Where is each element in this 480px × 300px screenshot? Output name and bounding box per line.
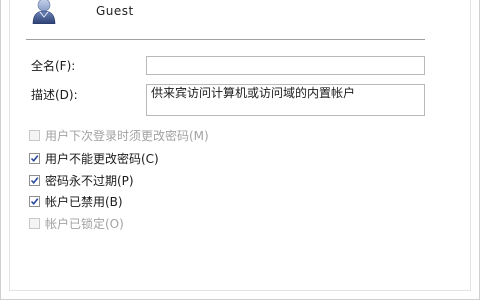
must-change-password-checkbox[interactable] [29, 130, 40, 141]
checkmark-icon [30, 155, 39, 163]
checkmark-icon [30, 177, 39, 185]
option-account-disabled[interactable]: 帐户已禁用(B) [29, 194, 123, 209]
checkmark-icon [30, 198, 39, 206]
fullname-label: 全名(F): [31, 59, 76, 73]
frame-border-bottom [9, 290, 471, 291]
username-label: Guest [96, 4, 134, 18]
separator [26, 39, 425, 40]
description-label: 描述(D): [31, 88, 78, 102]
cannot-change-password-checkbox[interactable] [29, 153, 40, 164]
option-label: 帐户已禁用(B) [45, 195, 123, 209]
option-cannot-change-password[interactable]: 用户不能更改密码(C) [29, 151, 159, 166]
option-label: 密码永不过期(P) [45, 174, 134, 188]
option-label: 用户下次登录时须更改密码(M) [45, 129, 209, 143]
option-label: 用户不能更改密码(C) [45, 152, 159, 166]
frame-border-right [470, 0, 471, 291]
account-disabled-checkbox[interactable] [29, 196, 40, 207]
option-password-never-expires[interactable]: 密码永不过期(P) [29, 173, 134, 188]
account-locked-checkbox[interactable] [29, 218, 40, 229]
option-must-change-password[interactable]: 用户下次登录时须更改密码(M) [29, 128, 209, 143]
frame-border-left [9, 0, 10, 291]
description-input[interactable]: 供来宾访问计算机或访问域的内置帐户 [146, 84, 425, 116]
option-label: 帐户已锁定(O) [45, 217, 124, 231]
option-account-locked[interactable]: 帐户已锁定(O) [29, 216, 124, 231]
fullname-input[interactable] [146, 56, 425, 75]
password-never-expires-checkbox[interactable] [29, 175, 40, 186]
user-icon [32, 0, 56, 24]
